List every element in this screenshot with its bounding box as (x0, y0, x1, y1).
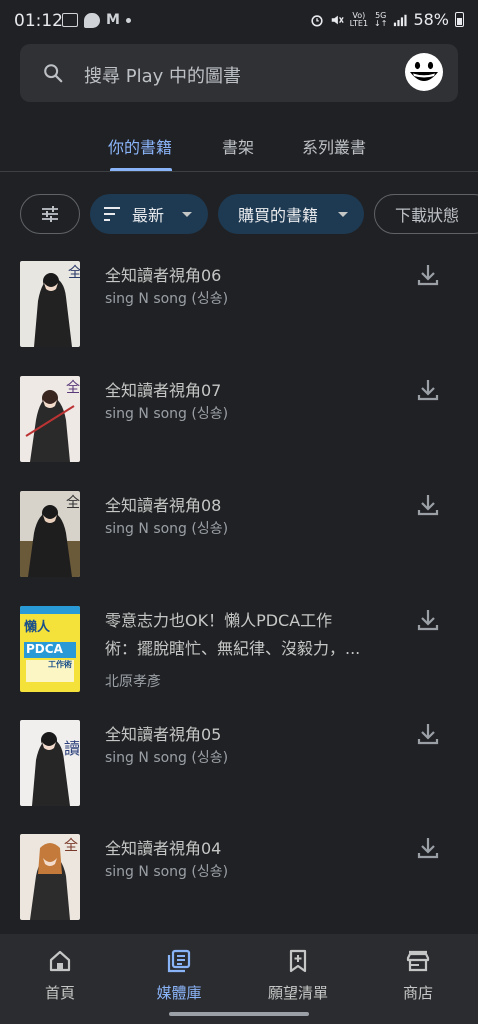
source-chip-label: 購買的書籍 (238, 206, 319, 225)
book-title: 全知讀者視角05 (105, 725, 222, 744)
book-title: 全知讀者視角07 (105, 381, 222, 400)
book-author: sing N song (싱숑) (105, 521, 229, 537)
book-author: 北原孝彥 (105, 674, 161, 690)
home-icon (49, 950, 71, 972)
tune-icon (42, 206, 58, 222)
gallery-notification-icon (62, 13, 78, 27)
nav-wishlist-label: 願望清單 (267, 984, 328, 1002)
account-avatar-icon[interactable] (404, 52, 444, 92)
bottom-navigation: 首頁 媒體庫 願望清單 商店 (0, 934, 478, 1024)
mute-icon (331, 15, 344, 24)
sort-icon (104, 207, 120, 221)
list-item[interactable]: 懶人 PDCA 工作術 零意志力也OK！懶人PDCA工作 術：擺脫瞎忙、無紀律、… (0, 603, 478, 703)
book-title-line-2: 術：擺脫瞎忙、無紀律、沒毅力，... (105, 639, 361, 658)
bookmark-add-icon (289, 949, 307, 973)
status-bar: 01:12 M Vo) LTE1 5G ↓↑ 58% (0, 0, 478, 42)
svg-text:全: 全 (66, 494, 80, 511)
search-bar[interactable]: 搜尋 Play 中的圖書 (20, 44, 458, 102)
nav-wishlist[interactable]: 願望清單 (258, 948, 338, 1003)
alarm-icon (311, 14, 323, 26)
library-icon (167, 949, 191, 973)
book-cover[interactable]: 全 (20, 376, 80, 462)
nav-store[interactable]: 商店 (378, 948, 458, 1003)
book-cover[interactable]: 讀 (20, 720, 80, 806)
book-author: sing N song (싱숑) (105, 406, 229, 422)
book-title-line-1: 零意志力也OK！懶人PDCA工作 (105, 611, 333, 630)
nav-library-label: 媒體庫 (156, 984, 202, 1002)
search-placeholder[interactable]: 搜尋 Play 中的圖書 (84, 62, 241, 88)
tab-shelves[interactable]: 書架 (222, 134, 254, 158)
list-item[interactable]: 全 全知讀者視角07 sing N song (싱숑) (0, 373, 478, 473)
book-cover[interactable]: 懶人 PDCA 工作術 (20, 606, 80, 692)
svg-text:全: 全 (66, 379, 80, 396)
book-title: 全知讀者視角08 (105, 496, 222, 515)
download-status-label: 下載狀態 (395, 206, 460, 225)
download-icon[interactable] (415, 262, 441, 288)
book-cover[interactable]: 全 (20, 491, 80, 577)
nav-store-label: 商店 (402, 984, 433, 1002)
status-right: Vo) LTE1 5G ↓↑ 58% (310, 10, 464, 29)
book-cover[interactable]: 全 (20, 261, 80, 347)
store-icon (406, 950, 430, 972)
cover-title-3: 工作術 (48, 660, 72, 669)
tab-series[interactable]: 系列叢書 (302, 134, 366, 158)
download-icon[interactable] (415, 377, 441, 403)
list-item[interactable]: 全 全知讀者視角04 sing N song (싱숑) (0, 831, 478, 931)
list-item[interactable]: 全 全知讀者視角08 sing N song (싱숑) (0, 488, 478, 588)
chevron-down-icon (338, 211, 348, 217)
filter-chips: 最新 購買的書籍 下載狀態 (0, 194, 478, 236)
book-cover[interactable]: 全 (20, 834, 80, 920)
book-author: sing N song (싱숑) (105, 291, 229, 307)
battery-icon (455, 12, 464, 27)
sort-chip[interactable]: 最新 (90, 194, 208, 234)
chat-notification-icon (84, 12, 100, 28)
battery-percent: 58% (413, 10, 449, 29)
gesture-handle[interactable] (169, 1012, 309, 1016)
book-title: 全知讀者視角04 (105, 839, 222, 858)
nav-home-label: 首頁 (44, 984, 75, 1002)
download-icon[interactable] (415, 835, 441, 861)
more-notifications-icon (125, 17, 131, 23)
book-title: 全知讀者視角06 (105, 266, 222, 285)
list-item[interactable]: 全 全知讀者視角06 sing N song (싱숑) (0, 258, 478, 358)
download-status-chip[interactable]: 下載狀態 (374, 194, 478, 234)
cover-title-1: 懶人 (24, 620, 51, 635)
network-indicator: 5G ↓↑ (374, 10, 388, 28)
chevron-down-icon (182, 211, 192, 217)
svg-text:全: 全 (64, 837, 78, 854)
filter-settings-button[interactable] (20, 194, 80, 234)
nav-library[interactable]: 媒體庫 (139, 948, 219, 1003)
sort-chip-label: 最新 (132, 206, 165, 225)
book-author: sing N song (싱숑) (105, 864, 229, 880)
download-icon[interactable] (415, 492, 441, 518)
list-item[interactable]: 讀 全知讀者視角05 sing N song (싱숑) (0, 717, 478, 817)
nav-home[interactable]: 首頁 (20, 948, 100, 1003)
library-tabs: 你的書籍 書架 系列叢書 (0, 120, 478, 172)
search-icon[interactable] (42, 62, 64, 84)
source-chip[interactable]: 購買的書籍 (218, 194, 364, 234)
book-author: sing N song (싱숑) (105, 750, 229, 766)
svg-text:全: 全 (68, 264, 80, 281)
tab-your-books[interactable]: 你的書籍 (108, 134, 172, 158)
signal-icon (394, 14, 407, 26)
download-icon[interactable] (415, 721, 441, 747)
download-icon[interactable] (415, 607, 441, 633)
gmail-notification-icon: M (106, 12, 120, 28)
status-time: 01:12 (14, 11, 63, 31)
svg-text:讀: 讀 (64, 739, 80, 758)
cover-title-2: PDCA (26, 642, 63, 656)
tabs-divider (0, 171, 478, 172)
volte-indicator: Vo) LTE1 (349, 10, 369, 28)
notification-icons: M (62, 12, 131, 28)
